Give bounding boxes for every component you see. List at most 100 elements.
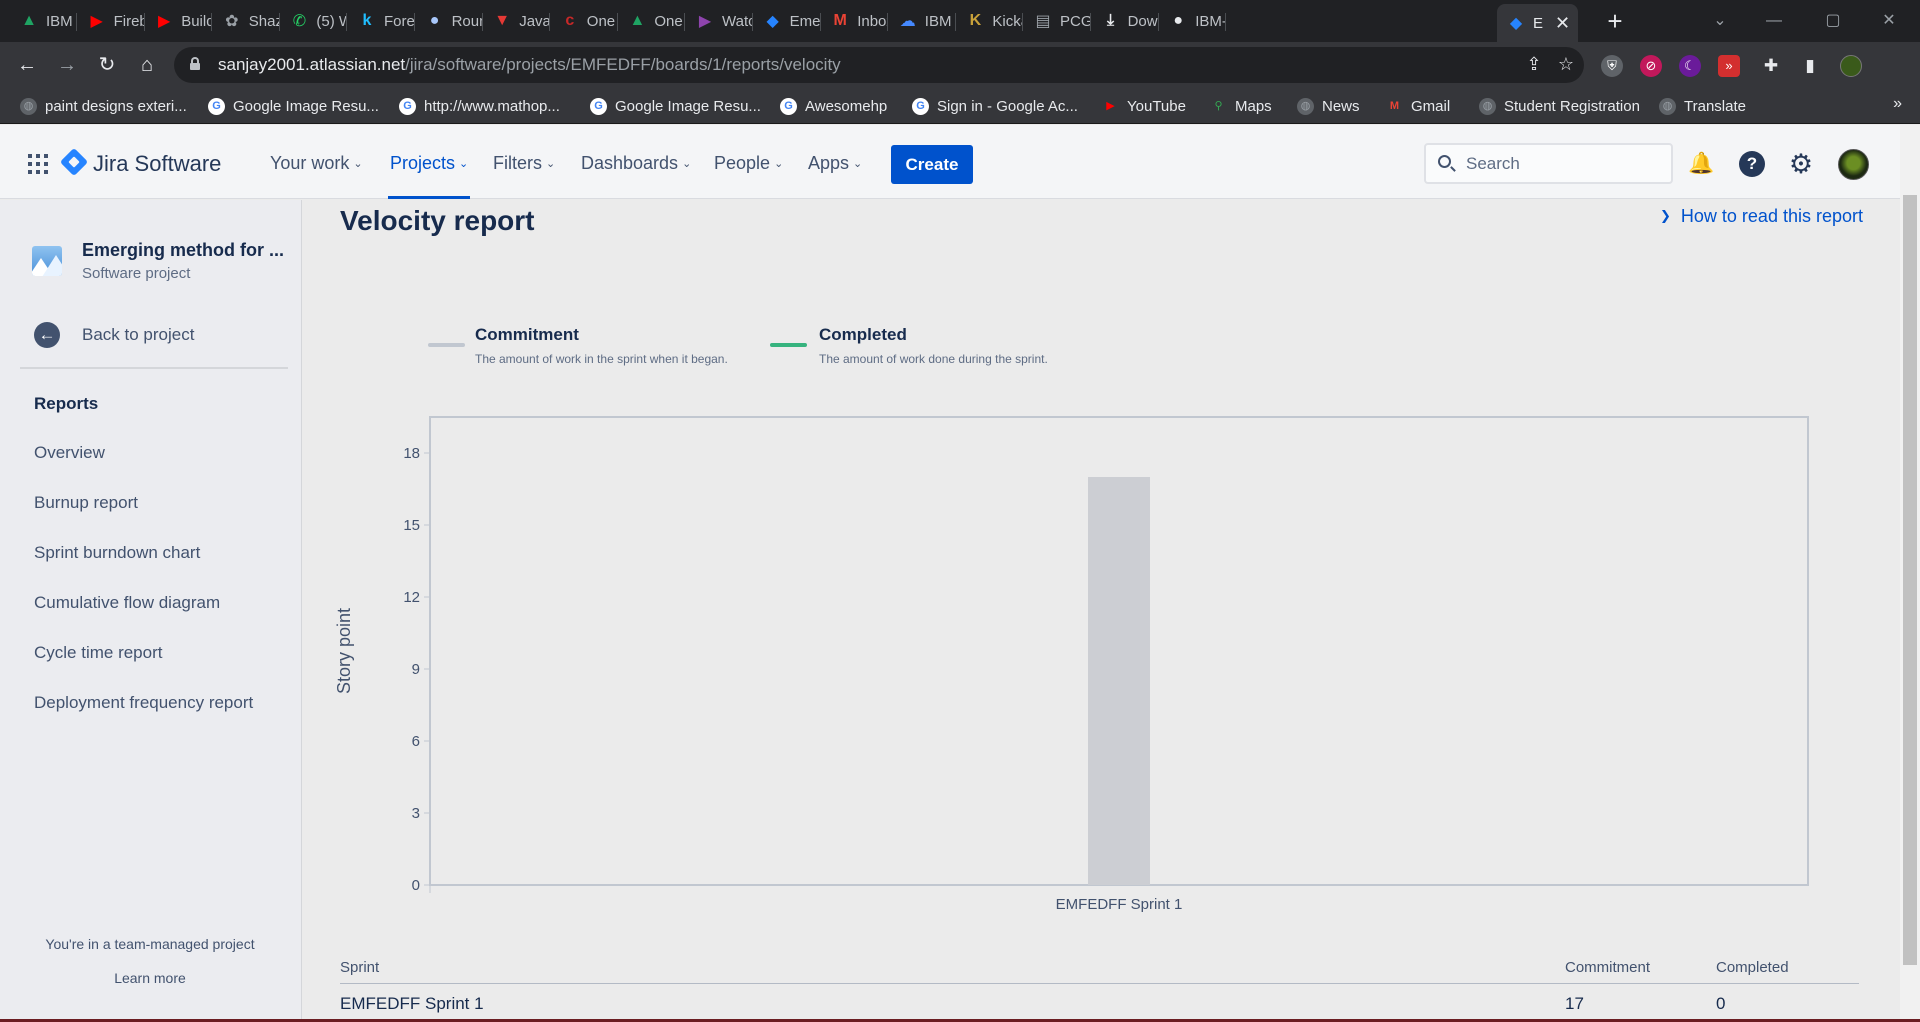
sidebar-item-burnup[interactable]: Burnup report [34, 493, 138, 513]
blocker-extension-icon[interactable]: ⊘ [1640, 55, 1662, 77]
browser-tab[interactable]: ▲ One [618, 4, 686, 38]
browser-tab[interactable]: ☁ IBM C [889, 4, 956, 38]
address-bar[interactable]: sanjay2001.atlassian.net/jira/software/p… [174, 47, 1584, 83]
nav-dashboards[interactable]: Dashboards ⌄ [581, 153, 691, 174]
lock-icon[interactable] [190, 57, 200, 70]
profile-avatar[interactable] [1840, 55, 1862, 77]
app-switcher-icon[interactable] [28, 154, 48, 174]
nav-your-work[interactable]: Your work ⌄ [270, 153, 363, 174]
bookmark-item[interactable]: ◍ paint designs exteri... [20, 95, 187, 117]
media-extension-icon[interactable]: » [1718, 55, 1740, 77]
how-to-read-link[interactable]: ❯ How to read this report [1660, 206, 1863, 227]
project-name[interactable]: Emerging method for ... [82, 240, 284, 261]
tab-title: IBM- [1195, 12, 1227, 30]
browser-tab-active[interactable]: ◆ E ✕ [1497, 4, 1578, 42]
close-window-icon[interactable]: ✕ [1869, 8, 1909, 34]
tab-title: IBM C [924, 12, 956, 30]
browser-tab[interactable]: ▶ Watch [686, 4, 753, 38]
bookmark-item[interactable]: G Awesomehp [780, 95, 887, 117]
nav-filters[interactable]: Filters ⌄ [493, 153, 555, 174]
learn-more-link[interactable]: Learn more [0, 970, 300, 986]
legend-completed-desc: The amount of work done during the sprin… [819, 352, 1048, 366]
bookmark-item[interactable]: ▶ YouTube [1102, 95, 1186, 117]
sidebar-item-cycle-time[interactable]: Cycle time report [34, 643, 162, 663]
minimize-icon[interactable]: — [1754, 8, 1794, 34]
browser-tab[interactable]: c One [551, 4, 618, 38]
browser-tab[interactable]: ✿ Shazam [213, 4, 280, 38]
bookmark-item[interactable]: G Sign in - Google Ac... [912, 95, 1078, 117]
bookmark-item[interactable]: G Google Image Resu... [590, 95, 761, 117]
help-icon[interactable]: ? [1739, 151, 1765, 177]
table-cell-sprint[interactable]: EMFEDFF Sprint 1 [340, 994, 484, 1014]
bookmark-item[interactable]: ◍ Student Registration [1479, 95, 1640, 117]
sidebar-item-sprint-burndown[interactable]: Sprint burndown chart [34, 543, 200, 563]
create-button[interactable]: Create [891, 145, 973, 184]
search-input[interactable]: Search [1424, 143, 1673, 184]
share-icon[interactable]: ⇪ [1522, 54, 1546, 76]
bookmark-item[interactable]: Ghttp://www.mathop... [399, 95, 560, 117]
globe-icon: ◍ [20, 97, 37, 115]
table-header-sprint[interactable]: Sprint [340, 959, 379, 976]
table-header-commitment[interactable]: Commitment [1565, 959, 1650, 976]
browser-tab[interactable]: M Inbox [821, 4, 889, 38]
browser-tab[interactable]: ▶ Build [145, 4, 213, 38]
sidebar-item-overview[interactable]: Overview [34, 443, 105, 463]
globe-icon: ◍ [1659, 97, 1676, 115]
user-avatar[interactable] [1838, 149, 1869, 180]
new-tab-button[interactable]: + [1601, 7, 1629, 35]
forward-arrow-icon[interactable]: → [52, 50, 82, 80]
table-header-completed[interactable]: Completed [1716, 959, 1789, 976]
tab-title: Firebase [113, 12, 145, 30]
scrollbar-thumb[interactable] [1903, 195, 1917, 965]
back-to-project-link[interactable]: ← Back to project [34, 322, 294, 352]
nav-apps[interactable]: Apps ⌄ [808, 153, 862, 174]
bookmark-item[interactable]: ◍ News [1297, 95, 1360, 117]
notifications-bell-icon[interactable]: 🔔 [1688, 151, 1714, 177]
tab-title: PCGa [1060, 12, 1091, 30]
side-panel-icon[interactable]: ▮ [1799, 55, 1821, 77]
browser-tab[interactable]: ▲ IBM Assi [10, 4, 77, 38]
project-avatar[interactable] [32, 246, 62, 276]
nav-people[interactable]: People ⌄ [714, 153, 783, 174]
tab-search-icon[interactable]: ⌄ [1700, 8, 1740, 34]
tab-title: Downl [1127, 12, 1159, 30]
tab-title: Inbox [857, 12, 888, 30]
browser-tab[interactable]: ● IBM- [1159, 4, 1227, 38]
bookmark-item[interactable]: ⚲ Maps [1210, 95, 1271, 117]
url-text[interactable]: sanjay2001.atlassian.net/jira/software/p… [218, 55, 841, 75]
gmail-icon: M [1389, 99, 1400, 112]
back-to-project-label: Back to project [82, 325, 195, 344]
browser-tab[interactable]: ● Round [416, 4, 483, 38]
sidebar-divider [20, 367, 288, 369]
sidebar-item-cumulative-flow[interactable]: Cumulative flow diagram [34, 593, 220, 613]
browser-tab[interactable]: ✆ (5) Wha [280, 4, 348, 38]
bookmark-star-icon[interactable]: ☆ [1554, 54, 1578, 76]
close-tab-icon[interactable]: ✕ [1555, 13, 1570, 34]
shield-extension-icon[interactable]: ⛨ [1601, 55, 1623, 77]
moon-extension-icon[interactable]: ☾ [1679, 55, 1701, 77]
search-icon [1438, 155, 1451, 168]
browser-tab[interactable]: ▼ Java [483, 4, 551, 38]
maximize-icon[interactable]: ▢ [1813, 8, 1853, 34]
jira-logo-icon[interactable] [59, 147, 89, 177]
browser-tab[interactable]: ◆ Emerg [754, 4, 821, 38]
sidebar-item-deployment-frequency[interactable]: Deployment frequency report [34, 693, 253, 713]
bookmark-item[interactable]: G Google Image Resu... [208, 95, 379, 117]
browser-tab[interactable]: ▤ PCGa [1024, 4, 1091, 38]
more-bookmarks-icon[interactable]: » [1893, 95, 1902, 113]
jira-top-nav: Jira Software Your work ⌄ Projects ⌄ Filte… [0, 125, 1900, 199]
product-name[interactable]: Jira Software [93, 151, 221, 177]
back-arrow-icon[interactable]: ← [12, 50, 42, 80]
bookmark-item[interactable]: M Gmail [1386, 95, 1450, 117]
browser-tab[interactable]: ▶ Firebase [78, 4, 145, 38]
puzzle-extensions-icon[interactable]: ✚ [1760, 55, 1782, 77]
browser-tab[interactable]: k Forecast [348, 4, 415, 38]
gear-icon[interactable]: ⚙ [1788, 151, 1814, 178]
browser-tab[interactable]: ⤓ Downl [1092, 4, 1159, 38]
nav-projects[interactable]: Projects ⌄ [390, 153, 468, 174]
bookmark-item[interactable]: ◍ Translate [1659, 95, 1746, 117]
browser-tab[interactable]: K Kickass [956, 4, 1024, 38]
kickass-icon: K [969, 12, 982, 29]
home-icon[interactable]: ⌂ [132, 50, 162, 80]
reload-icon[interactable]: ↻ [92, 50, 122, 80]
